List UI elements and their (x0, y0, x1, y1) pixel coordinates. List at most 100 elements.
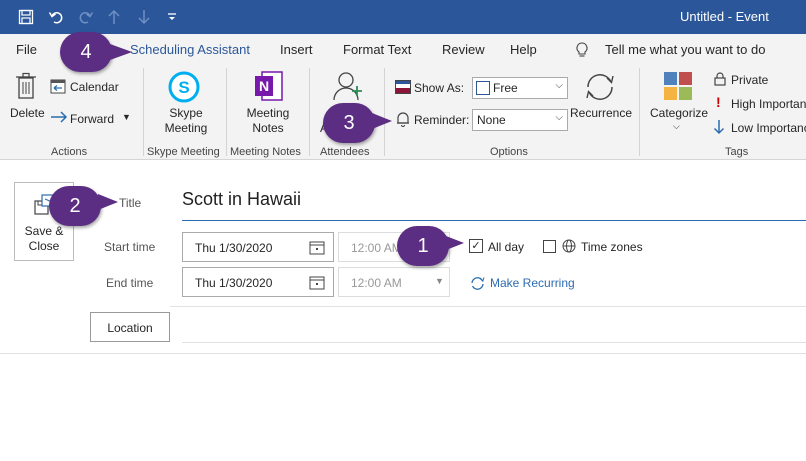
end-time-value: 12:00 AM (351, 276, 402, 290)
group-label-actions: Actions (51, 146, 88, 158)
callout-badge: 4 (60, 32, 112, 72)
skype-meeting-line1[interactable]: Skype (148, 106, 224, 120)
calendar-picker-icon[interactable] (309, 240, 325, 258)
ribbon: Delete Calendar Forward ▼ Actions S Skyp… (0, 64, 806, 160)
callout-pointer (372, 113, 392, 129)
calendar-picker-icon[interactable] (309, 275, 325, 293)
reminder-label: Reminder: (414, 113, 470, 127)
group-label-options: Options (490, 146, 528, 158)
recurrence-icon[interactable] (583, 71, 617, 108)
divider (384, 68, 385, 156)
customize-icon[interactable] (162, 7, 182, 27)
chevron-down-icon: ⌵ (555, 112, 563, 123)
callout-pointer (110, 44, 132, 60)
callout-pointer (446, 236, 464, 250)
tab-help[interactable]: Help (510, 42, 537, 57)
divider (170, 306, 806, 307)
divider (639, 68, 640, 156)
redo-icon[interactable] (76, 7, 96, 27)
categorize-button[interactable]: Categorize (650, 106, 708, 120)
end-date-field[interactable]: Thu 1/30/2020 (182, 267, 334, 297)
time-zones-label: Time zones (581, 240, 643, 254)
tab-file[interactable]: File (16, 42, 37, 57)
show-as-dropdown[interactable]: Free ⌵ (472, 77, 568, 99)
start-time-label: Start time (104, 240, 156, 254)
bell-icon (396, 111, 410, 132)
show-as-label: Show As: (414, 81, 465, 95)
title-bar: Untitled - Event (0, 0, 806, 34)
divider (0, 353, 806, 354)
recurrence-icon (470, 276, 485, 296)
location-button[interactable]: Location (90, 312, 170, 342)
show-as-value: Free (493, 81, 518, 95)
start-date-field[interactable]: Thu 1/30/2020 (182, 232, 334, 262)
divider (309, 68, 310, 156)
all-day-checkbox[interactable]: ✓ (469, 239, 483, 253)
time-zones-checkbox[interactable] (543, 240, 556, 253)
divider (143, 68, 144, 156)
chevron-down-icon[interactable]: ⌵ (673, 121, 680, 132)
undo-icon[interactable] (46, 7, 66, 27)
title-input[interactable]: Scott in Hawaii (182, 189, 301, 210)
start-date-value: Thu 1/30/2020 (195, 241, 273, 255)
high-importance-button[interactable]: High Importance (731, 97, 806, 111)
end-date-value: Thu 1/30/2020 (195, 276, 273, 290)
onenote-icon: N (254, 70, 284, 107)
callout-pointer (98, 194, 118, 210)
chevron-down-icon[interactable]: ▼ (122, 112, 131, 122)
globe-icon (562, 239, 576, 258)
low-importance-icon (713, 119, 725, 140)
title-label: Title (119, 196, 142, 210)
skype-meeting-line2[interactable]: Meeting (148, 121, 224, 135)
window-title: Untitled - Event (680, 9, 769, 24)
save-icon[interactable] (16, 7, 36, 27)
forward-button[interactable]: Forward (70, 112, 114, 126)
low-importance-button[interactable]: Low Importance (731, 121, 806, 135)
callout-badge: 3 (323, 103, 375, 143)
group-label-attendees: Attendees (320, 146, 370, 158)
make-recurring-link[interactable]: Make Recurring (490, 276, 575, 290)
lock-icon (714, 72, 726, 91)
lightbulb-icon (576, 42, 588, 63)
title-underline (182, 220, 806, 221)
calendar-button[interactable]: Calendar (70, 80, 119, 94)
tell-me-search[interactable]: Tell me what you want to do (605, 42, 765, 57)
delete-icon[interactable] (14, 72, 38, 105)
location-underline (182, 342, 806, 343)
group-label-notes: Meeting Notes (230, 146, 301, 158)
meeting-notes-line2[interactable]: Notes (230, 121, 306, 135)
end-time-field[interactable]: 12:00 AM ▼ (338, 267, 450, 297)
group-label-tags: Tags (725, 146, 749, 158)
tab-scheduling-assistant[interactable]: Scheduling Assistant (130, 42, 250, 57)
arrow-down-icon[interactable] (134, 7, 154, 27)
invite-attendees-icon[interactable] (332, 70, 364, 107)
high-importance-icon: ! (716, 94, 721, 110)
chevron-down-icon[interactable]: ▼ (435, 276, 444, 286)
callout-badge: 2 (49, 186, 101, 226)
tab-format-text[interactable]: Format Text (343, 42, 411, 57)
group-label-skype: Skype Meeting (147, 146, 220, 158)
categorize-icon[interactable] (663, 71, 693, 106)
forward-icon (50, 110, 68, 129)
end-time-label: End time (106, 276, 154, 290)
delete-button[interactable]: Delete (10, 106, 45, 120)
tab-review[interactable]: Review (442, 42, 485, 57)
all-day-label: All day (488, 240, 525, 254)
save-close-line1: Save & (24, 224, 64, 238)
reminder-dropdown[interactable]: None ⌵ (472, 109, 568, 131)
calendar-icon (50, 78, 66, 99)
skype-icon: S (167, 70, 201, 109)
chevron-down-icon: ⌵ (555, 80, 563, 91)
arrow-up-icon[interactable] (104, 7, 124, 27)
recurrence-button[interactable]: Recurrence (570, 106, 632, 120)
svg-text:N: N (259, 78, 269, 94)
private-button[interactable]: Private (731, 73, 768, 87)
meeting-notes-line1[interactable]: Meeting (230, 106, 306, 120)
show-as-icon (395, 80, 411, 99)
free-swatch-icon (476, 81, 490, 95)
tab-insert[interactable]: Insert (280, 42, 313, 57)
start-time-value: 12:00 AM (351, 241, 402, 255)
save-close-line2: Close (28, 239, 60, 253)
reminder-value: None (477, 113, 506, 127)
divider (226, 68, 227, 156)
